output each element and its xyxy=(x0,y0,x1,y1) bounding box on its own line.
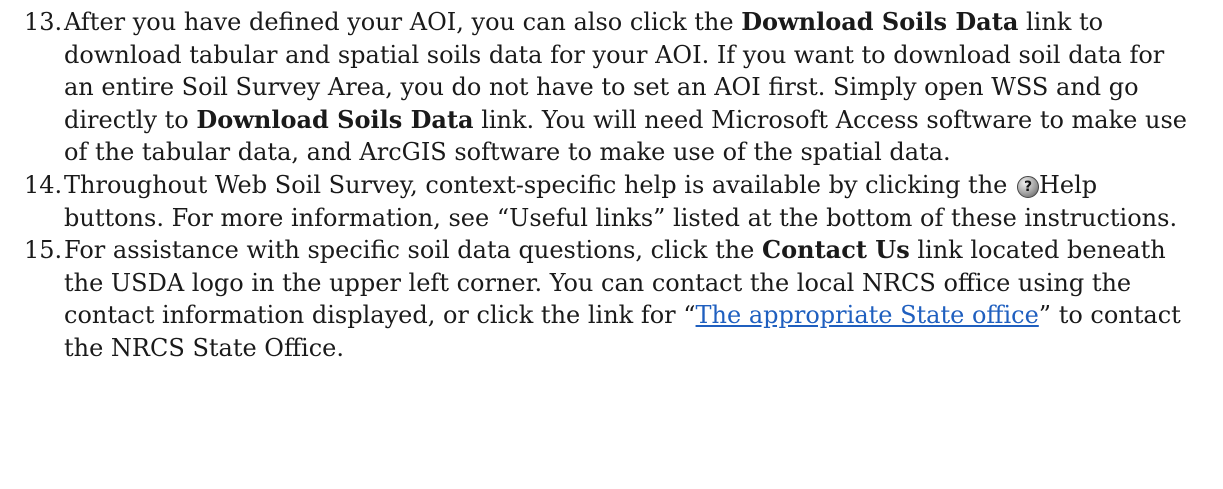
text-line: contact information displayed, or click … xyxy=(64,301,1181,330)
text-line: an entire Soil Survey Area, you do not h… xyxy=(64,73,1139,102)
text-line: buttons. For more information, see “Usef… xyxy=(64,203,1178,232)
list-item: 15. For assistance with specific soil da… xyxy=(0,234,1223,364)
text-line: Throughout Web Soil Survey, context-spec… xyxy=(64,170,1098,199)
text-line: download tabular and spatial soils data … xyxy=(64,40,1165,69)
state-office-link[interactable]: The appropriate State office xyxy=(696,301,1039,329)
download-soils-data-label: Download Soils Data xyxy=(741,7,1019,36)
list-item: 14. Throughout Web Soil Survey, context-… xyxy=(0,169,1223,234)
text-line: of the tabular data, and ArcGIS software… xyxy=(64,138,951,167)
item-number: 15. xyxy=(24,236,63,265)
text-line: directly to Download Soils Data link. Yo… xyxy=(64,104,1187,134)
download-soils-data-label: Download Soils Data xyxy=(196,104,474,134)
item-number: 14. xyxy=(24,170,63,199)
list-item: 13. After you have defined your AOI, you… xyxy=(0,6,1223,169)
text-line: For assistance with specific soil data q… xyxy=(64,235,1166,265)
item-number: 13. xyxy=(24,8,63,36)
contact-us-label: Contact Us xyxy=(762,235,910,265)
help-icon: ? xyxy=(1017,175,1039,198)
instructions-list: 13. After you have defined your AOI, you… xyxy=(0,6,1223,365)
text-line: After you have defined your AOI, you can… xyxy=(64,7,1104,36)
text-line: the USDA logo in the upper left corner. … xyxy=(64,268,1132,297)
text-line: the NRCS State Office. xyxy=(64,333,344,362)
